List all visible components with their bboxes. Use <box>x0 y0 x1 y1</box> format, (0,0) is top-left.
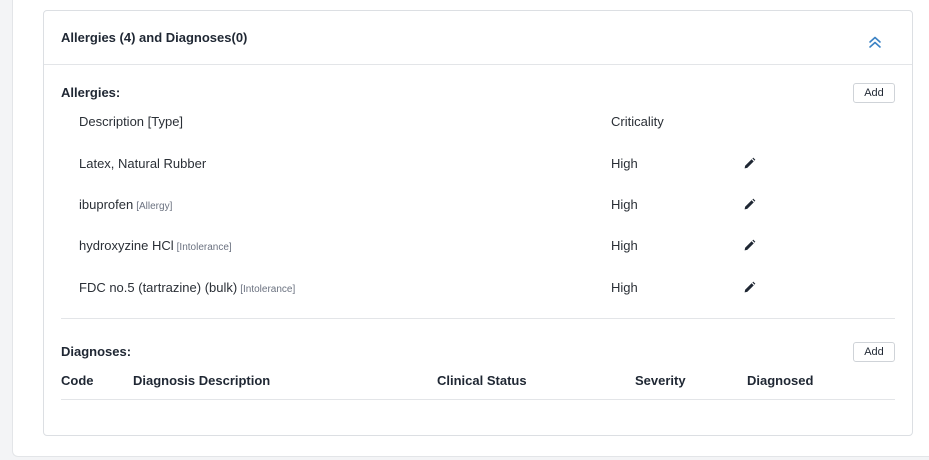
allergies-section-title: Allergies: <box>61 85 121 100</box>
allergy-row: FDC no.5 (tartrazine) (bulk) [Intolerance… <box>44 280 912 300</box>
add-allergy-button[interactable]: Add <box>853 83 895 103</box>
allergy-row: ibuprofen [Allergy] High <box>44 197 912 217</box>
allergy-description: Latex, Natural Rubber <box>79 156 207 171</box>
panel-header: Allergies (4) and Diagnoses(0) <box>44 11 912 65</box>
allergy-criticality: High <box>611 238 638 253</box>
allergy-col-criticality: Criticality <box>611 114 664 129</box>
allergies-diagnoses-panel: Allergies (4) and Diagnoses(0) Allergies… <box>43 10 913 436</box>
diagnosis-col-diagnosed: Diagnosed <box>747 373 814 388</box>
allergy-type: [Intolerance] <box>176 242 232 253</box>
collapse-button[interactable] <box>866 33 884 51</box>
allergy-type: [Intolerance] <box>240 284 296 295</box>
allergy-col-description: Description [Type] <box>79 114 184 129</box>
diagnosis-col-severity: Severity <box>635 373 686 388</box>
diagnoses-section-title: Diagnoses: <box>61 344 132 359</box>
diagnosis-col-code: Code <box>61 373 94 388</box>
allergy-criticality: High <box>611 197 638 212</box>
diagnosis-col-description: Diagnosis Description <box>133 373 271 388</box>
pencil-icon[interactable] <box>743 239 756 252</box>
allergy-criticality: High <box>611 156 638 171</box>
allergy-row: hydroxyzine HCl [Intolerance] High <box>44 238 912 258</box>
allergy-description: ibuprofen [Allergy] <box>79 197 173 212</box>
add-diagnosis-button[interactable]: Add <box>853 342 895 362</box>
diagnoses-table-divider <box>61 399 895 400</box>
allergy-description: FDC no.5 (tartrazine) (bulk) [Intolerance… <box>79 280 296 295</box>
pencil-icon[interactable] <box>743 198 756 211</box>
pencil-icon[interactable] <box>743 281 756 294</box>
allergy-description: hydroxyzine HCl [Intolerance] <box>79 238 232 253</box>
pencil-icon[interactable] <box>743 157 756 170</box>
diagnosis-col-clinical-status: Clinical Status <box>437 373 527 388</box>
allergy-type: [Allergy] <box>136 201 173 212</box>
allergy-criticality: High <box>611 280 638 295</box>
page-container: Allergies (4) and Diagnoses(0) Allergies… <box>12 0 929 457</box>
panel-title: Allergies (4) and Diagnoses(0) <box>61 30 248 45</box>
chevrons-up-icon <box>869 36 881 48</box>
section-divider <box>61 318 895 319</box>
allergy-row: Latex, Natural Rubber High <box>44 156 912 176</box>
